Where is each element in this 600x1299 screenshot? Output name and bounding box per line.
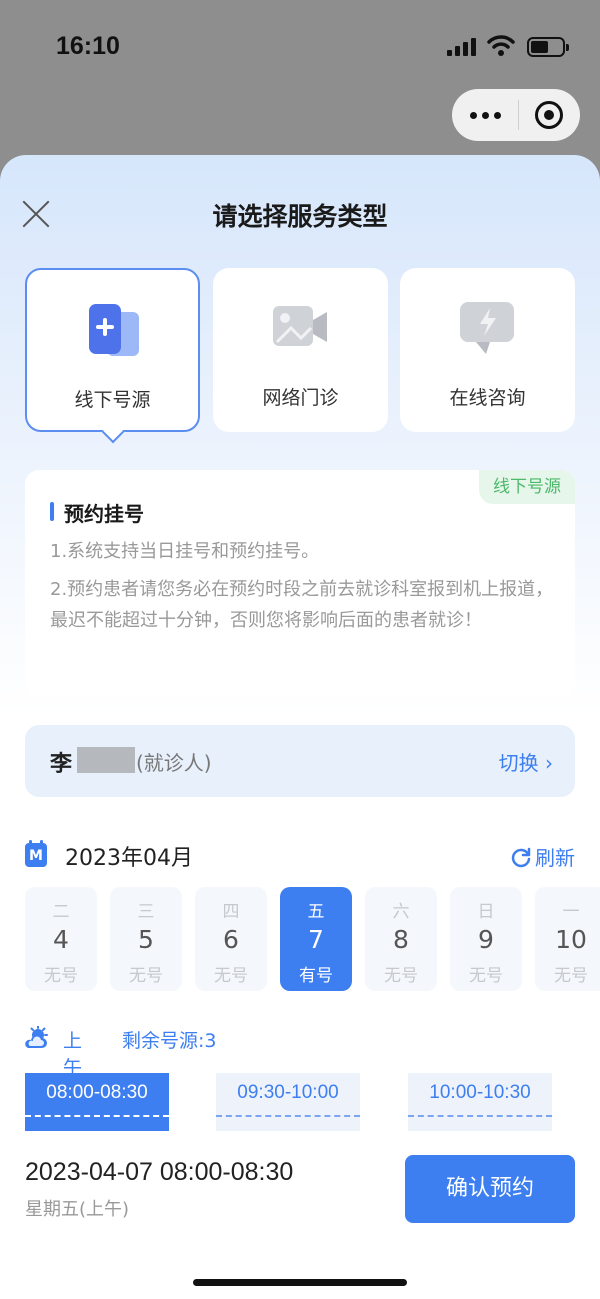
selected-datetime: 2023-04-07 08:00-08:30 [25,1158,294,1186]
date-number: 4 [53,925,69,954]
time-slot[interactable]: 10:00-10:30 [408,1073,552,1131]
date-status: 无号 [129,966,163,986]
battery-icon [527,37,569,57]
date-item[interactable]: 一 10 无号 [535,887,600,991]
patient-name: 李 [50,752,73,777]
date-item-selected[interactable]: 五 7 有号 [280,887,352,991]
service-type-sheet: 请选择服务类型 线下号源 网络门诊 在线咨询 线下号源 预约挂号 1.系统支持当… [0,155,600,1299]
service-type-online-clinic[interactable]: 网络门诊 [213,268,388,432]
notice-tag: 线下号源 [479,470,575,504]
notice-item: 2.预约患者请您务必在预约时段之前去就诊科室报到机上报道，最迟不能超过十分钟，否… [50,579,554,631]
date-weekday: 日 [477,902,495,922]
time-slot-selected[interactable]: 08:00-08:30 [25,1073,169,1131]
status-bar: 16:10 [0,0,600,95]
date-item[interactable]: 日 9 无号 [450,887,522,991]
date-status: 无号 [44,966,78,986]
service-type-label: 在线咨询 [449,387,526,409]
service-type-label: 网络门诊 [262,387,339,409]
date-number: 9 [478,925,494,954]
date-number: 5 [138,925,154,954]
date-weekday: 四 [222,902,240,922]
sun-cloud-icon [25,1026,48,1048]
date-weekday: 二 [52,902,70,922]
wifi-icon [487,35,515,56]
patient-selector[interactable]: 李 (就诊人) 切换 › [25,725,575,797]
date-item[interactable]: 三 5 无号 [110,887,182,991]
session-label: 上午 [63,1030,83,1079]
status-time: 16:10 [56,32,120,60]
selected-weekday: 星期五(上午) [25,1199,130,1220]
date-weekday: 三 [137,902,155,922]
date-weekday: 六 [392,902,410,922]
chat-bolt-icon [460,302,514,354]
date-strip: 二 4 无号 三 5 无号 四 6 无号 五 7 有号 六 8 无号 日 9 无… [25,887,600,992]
remaining-slots: 剩余号源:3 [122,1030,217,1052]
miniprogram-capsule [452,89,580,141]
notice-title: 预约挂号 [50,498,144,527]
date-item[interactable]: 六 8 无号 [365,887,437,991]
date-status: 无号 [554,966,588,986]
time-slot[interactable]: 09:30-10:00 [216,1073,360,1131]
confirm-booking-button[interactable]: 确认预约 [405,1155,575,1223]
date-status: 有号 [299,966,333,986]
refresh-button[interactable]: 刷新 [510,842,575,871]
date-number: 10 [555,925,587,954]
video-icon [273,306,327,346]
signal-icon [447,38,476,56]
home-indicator [193,1279,407,1286]
date-number: 7 [308,925,324,954]
more-icon[interactable] [452,111,518,119]
date-weekday: 一 [562,902,580,922]
service-type-label: 线下号源 [74,389,151,411]
calendar-icon: M [25,840,47,867]
service-type-offline[interactable]: 线下号源 [25,268,200,444]
date-number: 8 [393,925,409,954]
notice-item: 1.系统支持当日挂号和预约挂号。 [50,541,320,562]
date-item[interactable]: 二 4 无号 [25,887,97,991]
service-type-online-consult[interactable]: 在线咨询 [400,268,575,432]
month-header: M 2023年04月 刷新 [25,840,575,872]
patient-name-redaction [77,747,135,773]
current-month: 2023年04月 [65,846,193,871]
patient-role: (就诊人) [136,751,212,775]
hospital-card-icon [89,304,139,356]
close-miniprogram-button[interactable] [519,101,579,129]
selected-pointer [101,420,125,444]
service-type-list: 线下号源 网络门诊 在线咨询 [25,268,575,444]
refresh-label: 刷新 [535,846,575,870]
refresh-icon [511,847,531,867]
booking-notice-card: 线下号源 预约挂号 1.系统支持当日挂号和预约挂号。 2.预约患者请您务必在预约… [25,470,575,696]
date-status: 无号 [384,966,418,986]
date-item[interactable]: 四 6 无号 [195,887,267,991]
sheet-title: 请选择服务类型 [212,202,388,231]
date-weekday: 五 [307,902,325,922]
target-icon [535,101,563,129]
switch-patient-button[interactable]: 切换 › [499,747,553,776]
date-status: 无号 [469,966,503,986]
date-status: 无号 [214,966,248,986]
date-number: 6 [223,925,239,954]
